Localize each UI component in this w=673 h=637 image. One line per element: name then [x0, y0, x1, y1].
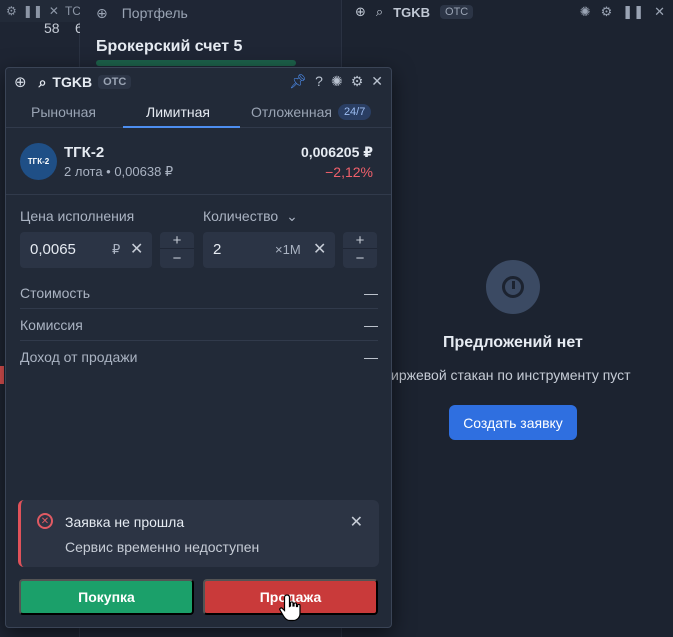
quantity-stepper: + − — [343, 232, 377, 268]
portfolio-subline — [96, 60, 296, 66]
close-icon[interactable]: ✕ — [371, 73, 383, 90]
gear-icon[interactable]: ⚙ — [6, 4, 17, 18]
minus-icon[interactable]: − — [160, 250, 194, 267]
gear-icon[interactable]: ⚙ — [601, 4, 613, 20]
order-window: ⊕ ⌕ TGKB OTC 📌︎ ? ✺ ⚙ ✕ Рыночная Лимитна… — [5, 67, 392, 628]
price-stepper: + − — [160, 232, 194, 268]
instrument-logo: ТГК-2 — [20, 143, 57, 180]
summary-label: Стоимость — [20, 284, 91, 301]
clear-icon[interactable]: ✕ — [130, 239, 143, 259]
bug-icon[interactable]: ✺ — [331, 73, 343, 90]
summary-label: Комиссия — [20, 316, 83, 333]
price-unit: ₽ — [112, 242, 121, 257]
ticker-selector[interactable]: ⌕ TGKB OTC — [39, 74, 132, 91]
search-icon[interactable]: ⌕ — [376, 4, 383, 20]
quantity-label-text: Количество — [203, 208, 279, 224]
summary-row-income: Доход от продажи — — [20, 341, 378, 373]
error-icon: ✕ — [37, 513, 53, 529]
alert-text: Сервис временно недоступен — [65, 539, 260, 555]
instrument-name: ТГК-2 — [64, 144, 105, 161]
clear-icon[interactable]: ✕ — [313, 239, 326, 259]
pin-icon[interactable]: 📌︎ — [289, 73, 307, 90]
add-widget-icon[interactable]: ⊕ — [96, 5, 108, 22]
red-marker — [0, 366, 4, 384]
pause-icon[interactable]: ❚❚ — [23, 4, 43, 18]
orderbook-market-tag: OTC — [440, 5, 474, 19]
gear-icon[interactable]: ⚙ — [351, 73, 364, 90]
pause-icon[interactable]: ❚❚ — [622, 4, 644, 20]
summary-value: — — [364, 316, 378, 333]
portfolio-title: Брокерский счет 5 — [96, 38, 243, 55]
left-panel-header-fragment: ТС — [64, 4, 81, 18]
add-widget-icon[interactable]: ⊕ — [14, 73, 27, 91]
plus-icon[interactable]: + — [160, 232, 194, 249]
tab-deferred[interactable]: Отложенная 24/7 — [251, 96, 372, 128]
orderbook-window-controls: ✺ ⚙ ❚❚ ✕ — [580, 4, 665, 20]
quantity-input[interactable]: 2 ×1M ✕ — [203, 232, 335, 268]
add-widget-icon[interactable]: ⊕ — [355, 4, 366, 20]
window-controls: 📌︎ ? ✺ ⚙ ✕ — [289, 73, 383, 90]
quantity-value: 2 — [213, 241, 222, 258]
search-icon: ⌕ — [38, 73, 47, 90]
instrument-price: 0,006205 ₽ — [300, 144, 373, 160]
summary-value: — — [364, 284, 378, 301]
buy-button[interactable]: Покупка — [19, 579, 194, 615]
empty-state-subtitle: иржевой стакан по инструменту пуст — [391, 367, 631, 383]
close-icon[interactable]: ✕ — [49, 4, 59, 18]
price-value: 0,0065 — [30, 241, 76, 258]
instrument-lots: 2 лота • 0,00638 ₽ — [64, 164, 174, 179]
tab-portfolio[interactable]: Портфель — [122, 5, 188, 21]
instrument-card: ТГК-2 ТГК-2 2 лота • 0,00638 ₽ 0,006205 … — [6, 129, 391, 195]
plus-icon[interactable]: + — [343, 232, 377, 249]
price-label: Цена исполнения — [20, 208, 135, 224]
instrument-change: −2,12% — [325, 164, 373, 180]
summary-row-cost: Стоимость — — [20, 277, 378, 309]
tab-market[interactable]: Рыночная — [31, 96, 96, 128]
left-panel-value: 58 — [44, 20, 60, 36]
left-panel-toolbar: ⚙ ❚❚ ✕ ТС — [0, 0, 81, 22]
chevron-down-icon: ⌄ — [286, 208, 298, 224]
app-root: ⚙ ❚❚ ✕ ТС 58 6 ⊕ Портфель Брокерский сче… — [0, 0, 673, 637]
alert-title: Заявка не прошла — [65, 514, 185, 530]
market-tag: OTC — [98, 75, 132, 89]
tab-limit-label: Лимитная — [146, 104, 210, 120]
hand-cursor-icon — [279, 594, 301, 622]
error-alert: ✕ Заявка не прошла Сервис временно недос… — [18, 500, 379, 567]
active-tab-indicator — [123, 126, 240, 128]
summary-label: Доход от продажи — [20, 349, 138, 365]
orderbook-toolbar: ⊕ ⌕ TGKB OTC ✺ ⚙ ❚❚ ✕ — [343, 0, 673, 24]
create-order-button[interactable]: Создать заявку — [449, 405, 577, 440]
portfolio-tabbar: ⊕ Портфель — [80, 0, 342, 26]
badge-24-7: 24/7 — [337, 104, 372, 120]
close-icon[interactable]: ✕ — [350, 512, 363, 532]
ticker-label: TGKB — [52, 74, 93, 90]
clock-icon — [486, 260, 540, 314]
tab-limit[interactable]: Лимитная — [146, 96, 210, 128]
summary-row-commission: Комиссия — — [20, 309, 378, 341]
order-window-header: ⊕ ⌕ TGKB OTC 📌︎ ? ✺ ⚙ ✕ — [6, 68, 391, 96]
help-icon[interactable]: ? — [315, 73, 323, 90]
orderbook-ticker[interactable]: TGKB — [393, 5, 430, 20]
summary-value: — — [364, 349, 378, 365]
order-type-tabs: Рыночная Лимитная Отложенная 24/7 — [6, 96, 391, 128]
empty-state-title: Предложений нет — [443, 334, 583, 351]
minus-icon[interactable]: − — [343, 250, 377, 267]
tab-market-label: Рыночная — [31, 104, 97, 120]
quantity-label[interactable]: Количество ⌄ — [203, 208, 298, 225]
quantity-unit: ×1M — [275, 242, 301, 257]
orderbook-panel: ⊕ ⌕ TGKB OTC ✺ ⚙ ❚❚ ✕ — [343, 0, 673, 637]
tab-deferred-label: Отложенная — [251, 104, 332, 120]
close-icon[interactable]: ✕ — [654, 4, 665, 20]
bug-icon[interactable]: ✺ — [580, 4, 591, 20]
price-input[interactable]: 0,0065 ₽ ✕ — [20, 232, 152, 268]
